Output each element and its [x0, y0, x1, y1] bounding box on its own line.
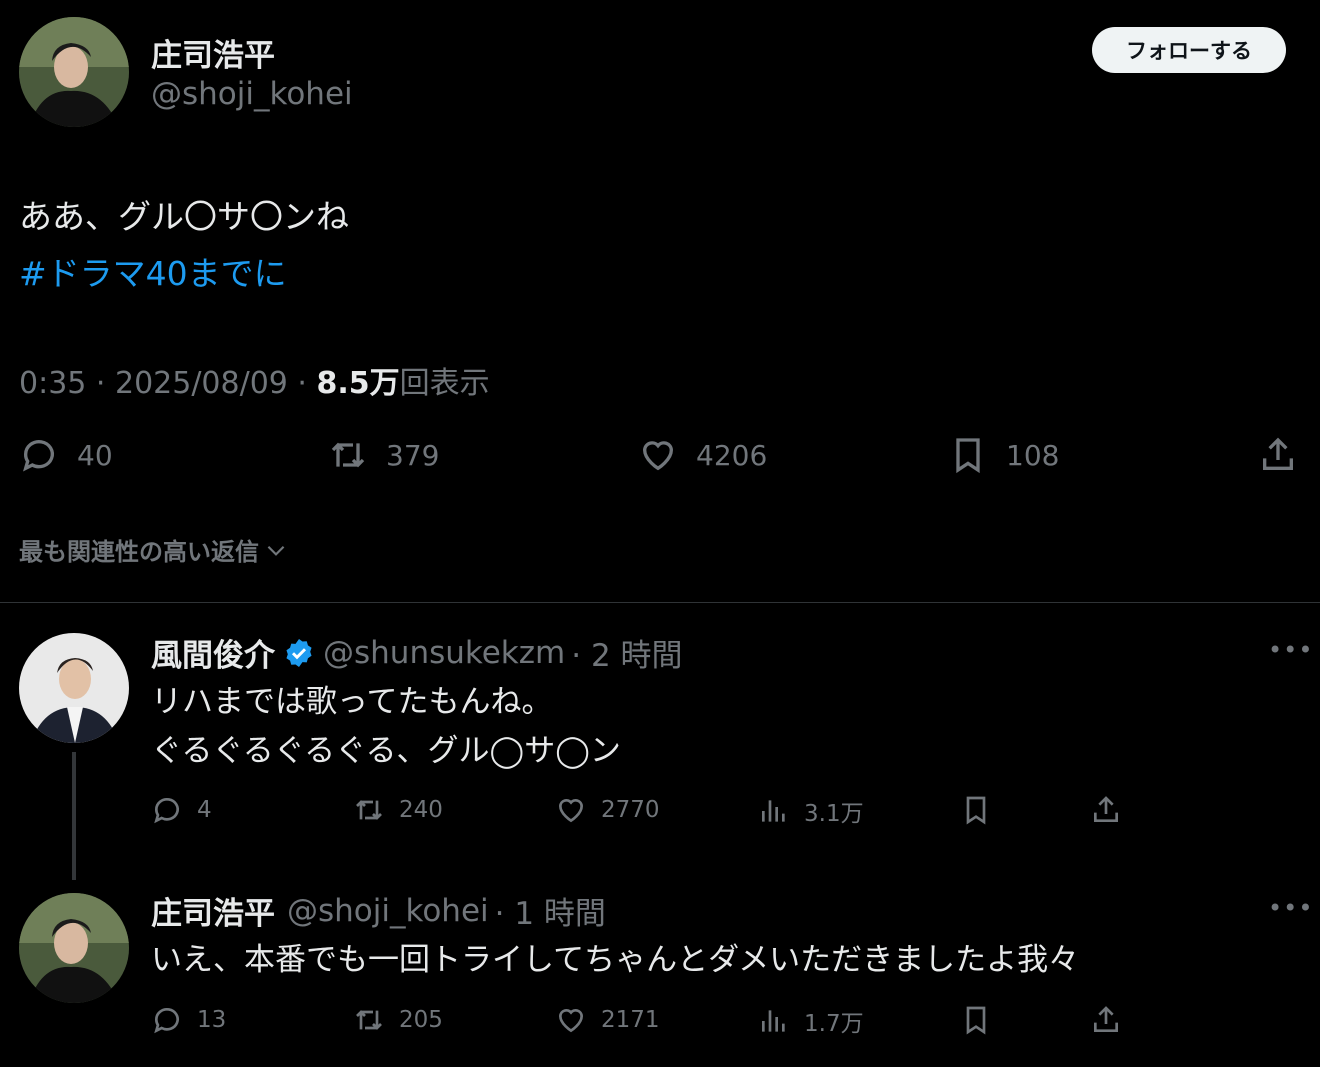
retweet-icon — [356, 1010, 382, 1030]
retweet-count: 205 — [399, 1007, 443, 1033]
retweet-count: 379 — [386, 438, 440, 472]
chevron-down-icon — [267, 545, 285, 556]
reply-count: 13 — [197, 1007, 227, 1033]
view-count-label: 回表示 — [399, 366, 490, 401]
thread-line — [72, 752, 76, 880]
verified-icon — [286, 638, 312, 667]
like-count: 4206 — [696, 438, 768, 472]
like-count: 2171 — [601, 1007, 660, 1033]
like-icon — [642, 441, 674, 471]
more-icon[interactable]: ••• — [1268, 894, 1313, 922]
reply-header: 風間俊介 @shunsukekzm · 2 時間 — [151, 630, 683, 675]
divider — [0, 602, 1320, 603]
reply-icon — [23, 440, 54, 472]
reply-icon — [154, 1008, 179, 1034]
share-icon — [1094, 796, 1118, 822]
like-button[interactable]: 2770 — [555, 794, 660, 826]
avatar-reply-1[interactable] — [19, 633, 129, 743]
views-button[interactable]: 3.1万 — [758, 794, 864, 828]
handle[interactable]: @shoji_kohei — [287, 893, 489, 929]
reply-count: 40 — [77, 438, 113, 472]
tweet-text: ああ、グル〇サ〇ンね — [19, 197, 349, 236]
bookmark-count: 108 — [1006, 438, 1060, 472]
reply-header: 庄司浩平 @shoji_kohei · 1 時間 — [151, 888, 606, 933]
replies-sort-label: 最も関連性の高い返信 — [19, 538, 259, 566]
share-button[interactable] — [1090, 794, 1136, 826]
reply-button[interactable]: 40 — [19, 435, 113, 475]
bookmark-button[interactable]: 108 — [948, 435, 1059, 475]
share-button[interactable] — [1258, 435, 1316, 475]
replies-sort-dropdown[interactable]: 最も関連性の高い返信 — [19, 532, 289, 567]
views-icon — [762, 1010, 785, 1032]
like-icon — [558, 1008, 584, 1033]
reply-icon — [154, 798, 179, 824]
reply-button[interactable]: 13 — [151, 1004, 226, 1036]
reply-text-line: ぐるぐるぐるぐる、グル◯サ◯ン — [151, 733, 621, 769]
views-count: 3.1万 — [804, 801, 864, 827]
display-name[interactable]: 庄司浩平 — [151, 888, 275, 933]
retweet-icon — [331, 442, 365, 468]
avatar-main[interactable] — [19, 17, 129, 127]
hashtag-link[interactable]: #ドラマ40までに — [19, 245, 287, 302]
bookmark-button[interactable] — [960, 794, 1006, 826]
share-button[interactable] — [1090, 1004, 1136, 1036]
handle[interactable]: @shunsukekzm — [323, 635, 565, 671]
display-name[interactable]: 風間俊介 — [151, 630, 275, 675]
view-count: 8.5万 — [316, 366, 400, 401]
reply-button[interactable]: 4 — [151, 794, 212, 826]
display-name[interactable]: 庄司浩平 — [151, 30, 275, 75]
views-icon — [762, 800, 785, 822]
avatar-image — [19, 633, 129, 743]
reply-count: 4 — [197, 797, 212, 823]
share-icon — [1263, 437, 1293, 470]
like-icon — [558, 798, 584, 823]
like-button[interactable]: 2171 — [555, 1004, 660, 1036]
bookmark-button[interactable] — [960, 1004, 1006, 1036]
follow-button[interactable]: フォローする — [1092, 27, 1286, 73]
reply-text-line: いえ、本番でも一回トライしてちゃんとダメいただきましたよ我々 — [151, 942, 1080, 978]
avatar-image — [19, 893, 129, 1003]
retweet-icon — [356, 800, 382, 820]
avatar-image — [19, 17, 129, 127]
reply-text-line: リハまでは歌ってたもんね。 — [151, 684, 553, 720]
retweet-button[interactable]: 379 — [328, 435, 439, 475]
retweet-count: 240 — [399, 797, 443, 823]
handle[interactable]: @shoji_kohei — [151, 76, 353, 112]
reply-time[interactable]: · 1 時間 — [495, 888, 606, 933]
avatar-reply-2[interactable] — [19, 893, 129, 1003]
more-icon[interactable]: ••• — [1268, 636, 1313, 664]
reply-time[interactable]: · 2 時間 — [571, 630, 682, 675]
views-count: 1.7万 — [804, 1011, 864, 1037]
tweet-meta: 0:35 · 2025/08/09 · 8.5万回表示 — [19, 358, 490, 402]
like-button[interactable]: 4206 — [638, 435, 767, 475]
share-icon — [1094, 1006, 1118, 1032]
retweet-button[interactable]: 205 — [353, 1004, 443, 1036]
bookmark-icon — [966, 1006, 986, 1035]
bookmark-icon — [966, 796, 986, 825]
retweet-button[interactable]: 240 — [353, 794, 443, 826]
tweet-timestamp[interactable]: 0:35 · 2025/08/09 · — [19, 366, 317, 401]
views-button[interactable]: 1.7万 — [758, 1004, 864, 1038]
bookmark-icon — [956, 438, 980, 474]
like-count: 2770 — [601, 797, 660, 823]
